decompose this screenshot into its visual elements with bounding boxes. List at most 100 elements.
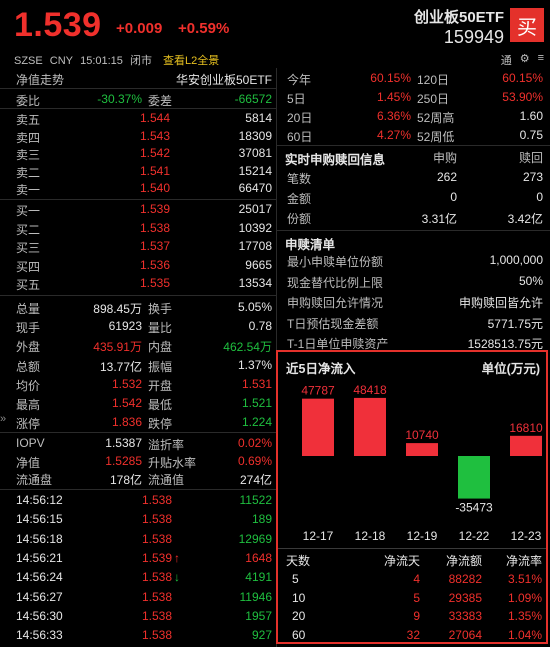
flow-table-cell: 27064 <box>448 627 482 642</box>
perf-value: 1.45% <box>376 90 411 104</box>
stat-label: IOPV <box>16 436 45 450</box>
notify-icon[interactable]: 通 <box>501 52 512 68</box>
tick-volume: 1648 <box>245 550 272 565</box>
tick-price: 1.538 <box>141 589 172 604</box>
perf-label: 今年 <box>287 73 312 87</box>
flow-table-header: 天数 <box>286 554 311 568</box>
ask-label: 卖三 <box>16 148 41 163</box>
tick-price: 1.539 <box>141 550 172 565</box>
perf-label: 52周低 <box>417 130 455 144</box>
stat-value: 5.05% <box>237 300 272 314</box>
list-value: 1,000,000 <box>489 253 543 267</box>
list-value: 50% <box>518 273 543 288</box>
market-status: 闭市 <box>129 55 152 67</box>
tick-price: 1.538 <box>141 628 172 643</box>
stat-label: 最高 <box>16 398 41 412</box>
buy-button[interactable]: 买 <box>510 8 544 42</box>
bid-price: 1.536 <box>139 257 170 272</box>
net-inflow-panel: 近5日净流入 单位(万元) 47787 12-17 48418 12-18 10740 1… <box>276 350 548 644</box>
flow-bar-12-19 <box>406 443 438 456</box>
flow-table-cell: 60 <box>292 627 306 642</box>
toolbar: 通 ⚙ ≡ <box>501 52 544 68</box>
perf-label: 250日 <box>417 92 450 106</box>
weibi-value: -30.37% <box>97 92 142 106</box>
bid-label: 买二 <box>16 222 41 237</box>
gear-icon[interactable]: ⚙ <box>520 52 530 68</box>
flow-bar-label: 10740 <box>405 428 439 442</box>
stat-label: 溢折率 <box>148 438 185 452</box>
perf-value: 1.60 <box>519 109 543 123</box>
stat-value: 462.54万 <box>223 340 272 355</box>
realtime-col-redeem: 赎回 <box>518 151 543 165</box>
bid-label: 买一 <box>16 204 41 218</box>
perf-label: 52周高 <box>417 111 455 125</box>
stat-value: 1.521 <box>241 396 272 410</box>
stat-value: 1.5285 <box>105 453 142 468</box>
flow-bar-label: 48418 <box>353 383 387 397</box>
perf-label: 120日 <box>417 73 450 87</box>
stat-value: 898.45万 <box>93 302 142 316</box>
stat-label: 流通值 <box>148 473 185 488</box>
bid-volume: 25017 <box>238 202 272 216</box>
stat-value: 0.02% <box>237 436 272 450</box>
list-label: 最小申赎单位份额 <box>287 255 384 269</box>
stat-value: 1.37% <box>237 357 272 372</box>
perf-label: 20日 <box>287 111 313 125</box>
stat-label: 量比 <box>148 321 173 336</box>
flow-table-cell: 5 <box>413 590 420 605</box>
expand-side-icon[interactable]: » <box>0 413 8 433</box>
perf-label: 5日 <box>287 92 306 106</box>
realtime-label: 笔数 <box>287 172 312 186</box>
price-change: +0.009 <box>116 20 163 37</box>
flow-title: 近5日净流入 <box>286 362 356 376</box>
bid-label: 买五 <box>16 278 41 293</box>
l2-panorama-link[interactable]: 查看L2全景 <box>163 55 219 67</box>
realtime-label: 金额 <box>287 192 312 206</box>
stat-value: 274亿 <box>239 473 272 488</box>
stat-value: 0.69% <box>237 453 272 468</box>
nav-trend-title[interactable]: 净值走势 <box>16 71 64 88</box>
bid-price: 1.535 <box>139 276 170 291</box>
tick-volume: 4191 <box>245 570 272 585</box>
net-inflow-chart: 47787 12-17 48418 12-18 10740 12-19 -35473 12-2… <box>301 383 543 543</box>
stat-label: 均价 <box>16 378 41 393</box>
tick-time: 14:56:33 <box>16 628 63 643</box>
stat-label: 总量 <box>16 302 41 316</box>
stat-label: 内盘 <box>148 340 173 355</box>
tick-price: 1.538 <box>141 512 172 527</box>
ask-volume: 18309 <box>238 128 272 143</box>
security-code: 159949 <box>443 27 504 47</box>
ask-label: 卖二 <box>16 165 41 180</box>
ask-price: 1.540 <box>139 181 170 196</box>
tick-time: 14:56:18 <box>16 531 63 546</box>
security-name: 创业板50ETF <box>413 9 504 26</box>
stat-label: 最低 <box>148 398 173 412</box>
flow-table-cell: 1.35% <box>507 609 542 623</box>
stat-value: 1.224 <box>241 415 272 430</box>
tick-arrow-icon: ↑ <box>174 550 180 565</box>
tick-time: 14:56:15 <box>16 512 63 527</box>
flow-unit: 单位(万元) <box>481 362 540 376</box>
flow-table-header: 净流天 <box>383 554 420 568</box>
stat-value: 1.5387 <box>105 436 142 450</box>
flow-bar-12-22 <box>458 456 490 499</box>
flow-category-label: 12-23 <box>511 529 542 543</box>
flow-category-label: 12-17 <box>303 529 334 543</box>
ask-price: 1.541 <box>139 163 170 178</box>
flow-table-cell: 88282 <box>448 572 482 586</box>
list-label: T日预估现金差额 <box>287 316 379 331</box>
stat-value: 13.77亿 <box>99 359 142 374</box>
ask-label: 卖四 <box>16 130 41 145</box>
tick-time: 14:56:21 <box>16 550 63 565</box>
stat-value: 1.531 <box>241 376 272 391</box>
realtime-redeem: 273 <box>522 170 543 184</box>
bid-volume: 9665 <box>245 257 272 272</box>
flow-table-cell: 1.09% <box>507 590 542 605</box>
tick-arrow-icon: ↓ <box>174 570 180 585</box>
stat-label: 总额 <box>16 359 41 374</box>
menu-icon[interactable]: ≡ <box>538 52 544 68</box>
tick-price: 1.538 <box>141 608 172 623</box>
ask-label: 卖一 <box>16 183 41 198</box>
tick-volume: 12969 <box>238 531 272 546</box>
realtime-redeem: 0 <box>536 190 543 204</box>
